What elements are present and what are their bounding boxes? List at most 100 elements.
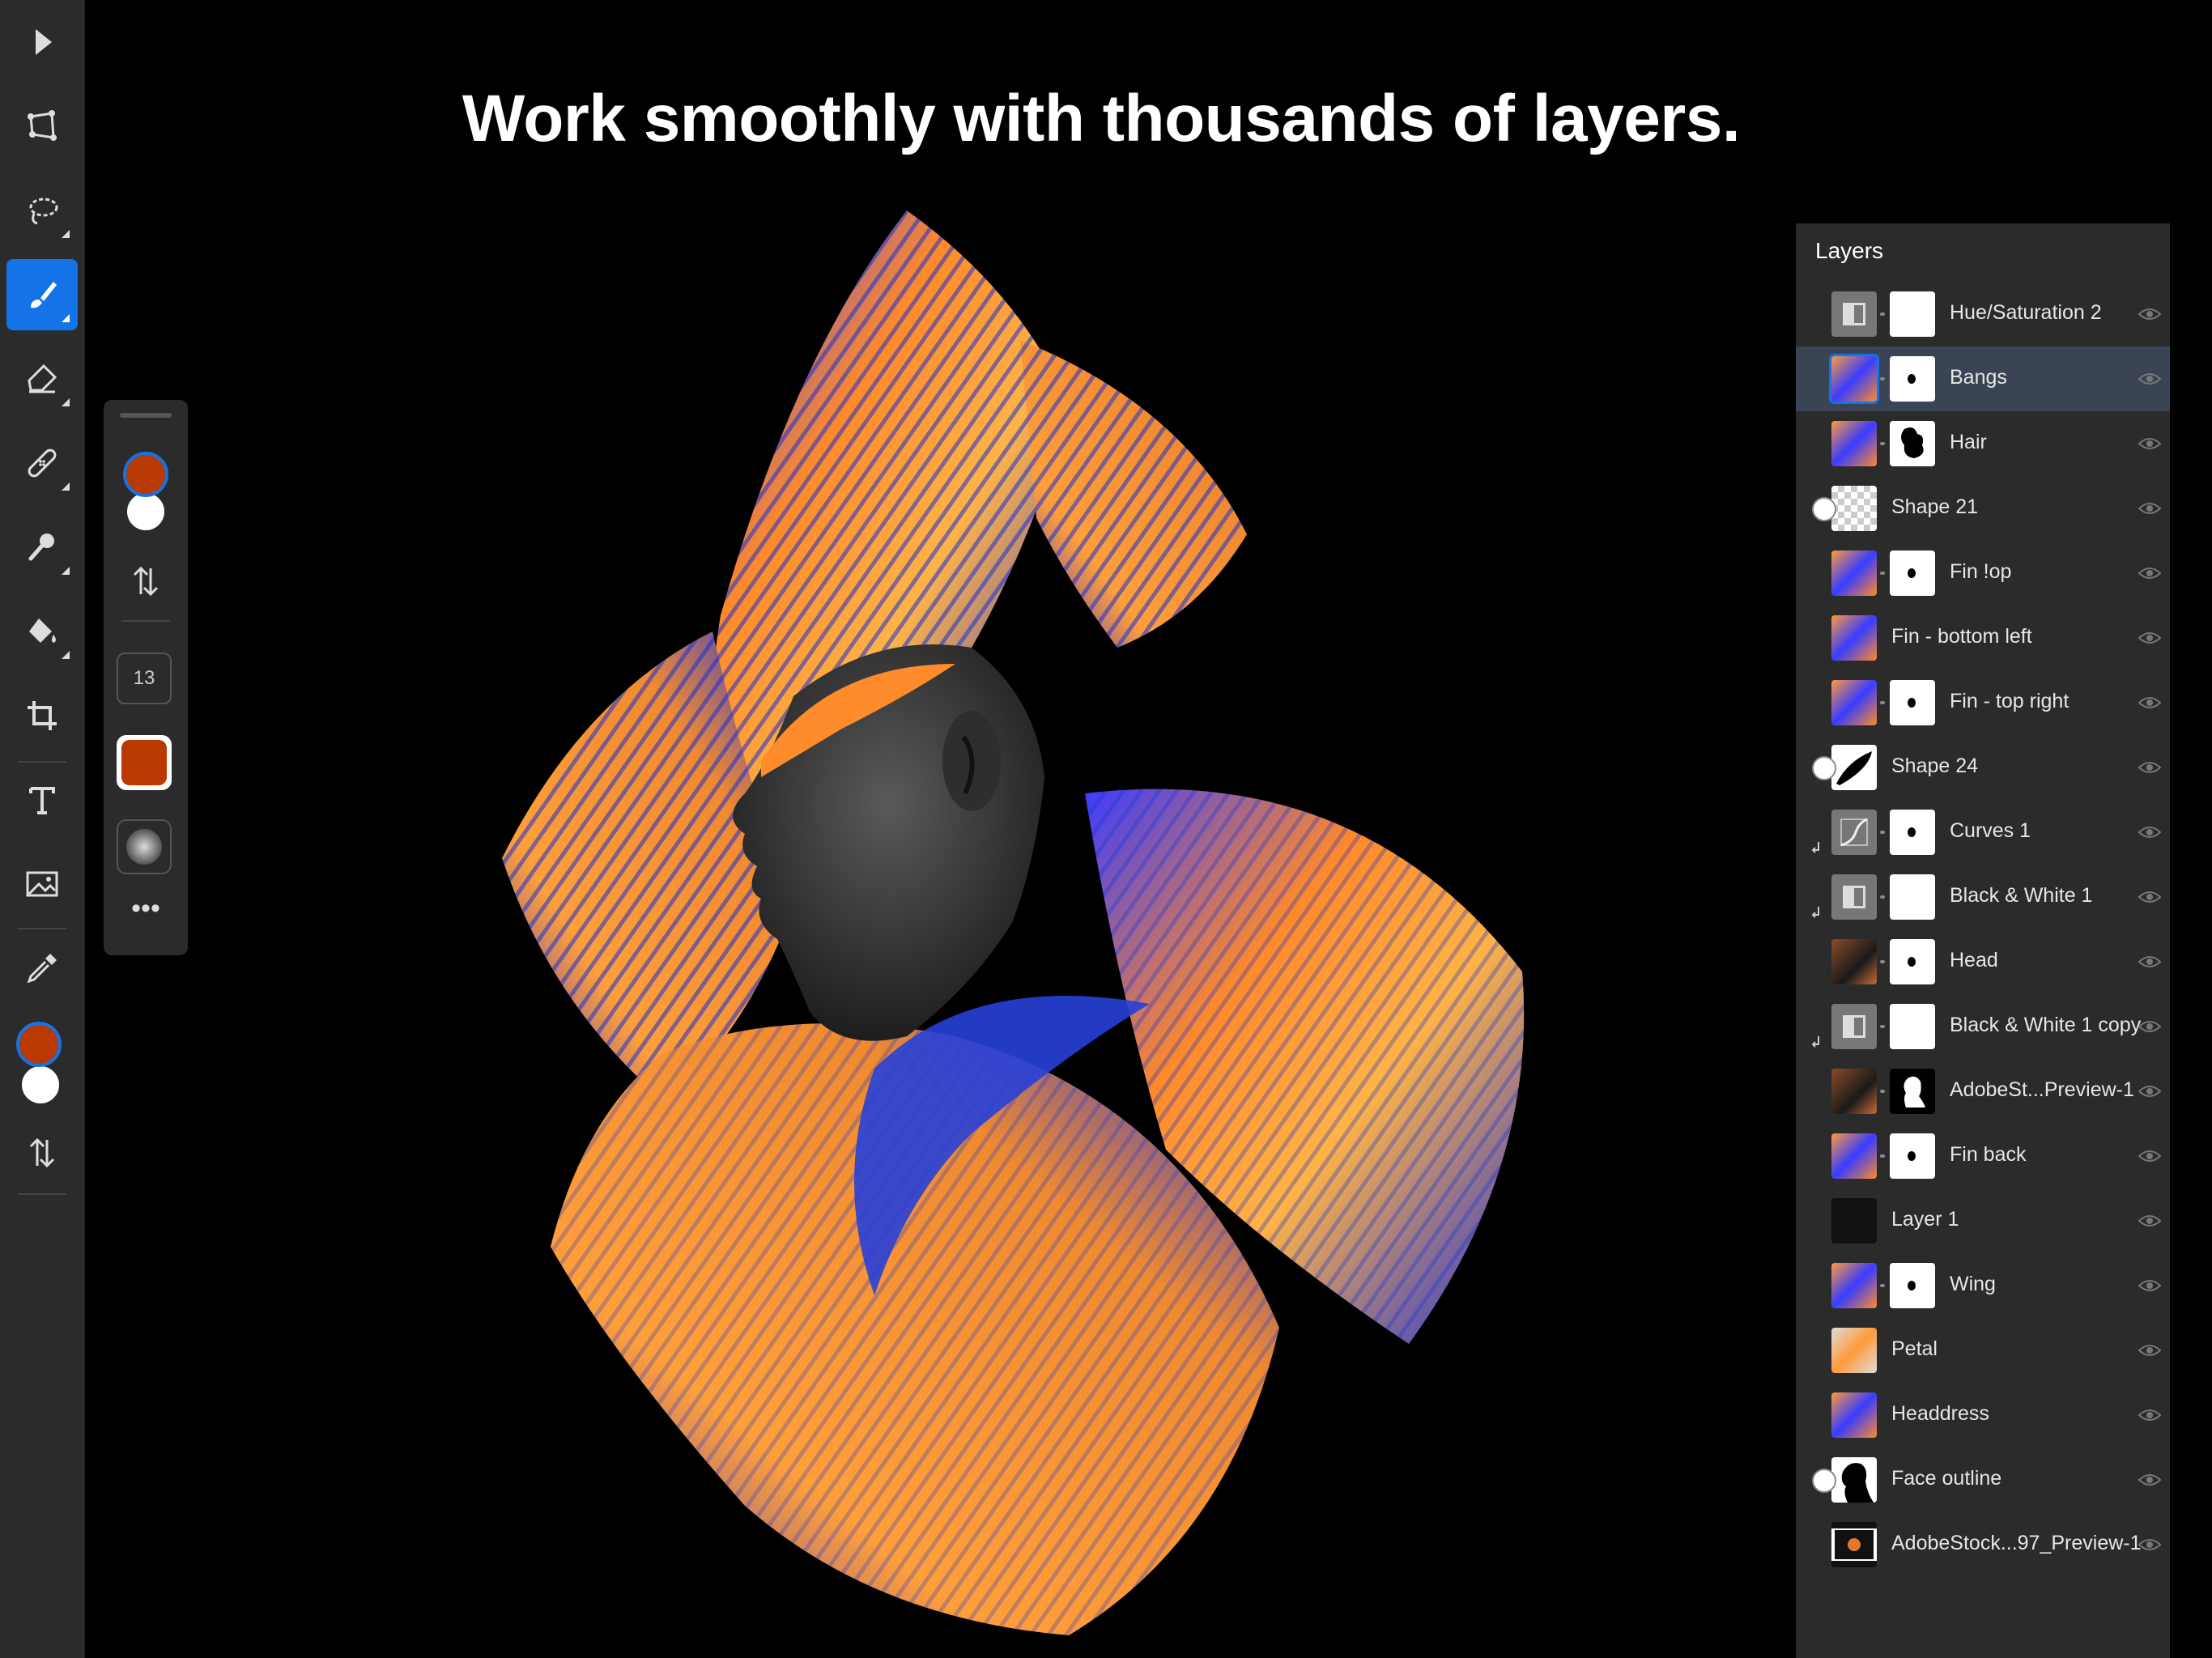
eye-icon[interactable] — [2138, 497, 2162, 520]
layer-row[interactable]: Bangs — [1796, 346, 2170, 411]
layer-thumbnail[interactable] — [1831, 291, 1877, 337]
lasso-icon[interactable] — [6, 175, 78, 246]
layer-row[interactable]: Black & White 1 copy — [1796, 994, 2170, 1059]
layer-row[interactable]: Hair — [1796, 411, 2170, 476]
mask-link-icon — [1880, 831, 1885, 834]
brush-color-button[interactable] — [117, 735, 172, 790]
eyedropper-icon[interactable] — [6, 933, 78, 1004]
layer-mask-thumbnail[interactable] — [1890, 874, 1935, 920]
fill-bucket-icon[interactable] — [6, 596, 78, 667]
swap-colors-icon[interactable] — [6, 1117, 78, 1188]
layer-row[interactable]: Curves 1 — [1796, 800, 2170, 865]
eye-icon[interactable] — [2138, 756, 2162, 779]
layer-thumbnail[interactable] — [1831, 745, 1877, 790]
clipping-mask-icon — [1810, 842, 1822, 855]
foreground-color-swatch[interactable] — [16, 1022, 62, 1067]
layer-thumbnail[interactable] — [1831, 1457, 1877, 1503]
transform-icon[interactable] — [6, 91, 78, 162]
layer-row[interactable]: Fin - bottom left — [1796, 606, 2170, 670]
layer-thumbnail[interactable] — [1831, 1198, 1877, 1244]
eye-icon[interactable] — [2138, 950, 2162, 973]
clone-stamp-icon[interactable] — [6, 512, 78, 583]
eye-icon[interactable] — [2138, 368, 2162, 390]
brush-icon[interactable] — [6, 259, 78, 330]
eye-icon[interactable] — [2138, 1469, 2162, 1491]
eye-icon[interactable] — [2138, 1015, 2162, 1038]
layer-mask-thumbnail[interactable] — [1890, 810, 1935, 855]
layer-thumbnail[interactable] — [1831, 810, 1877, 855]
layer-thumbnail[interactable] — [1831, 1522, 1877, 1567]
layer-mask-thumbnail[interactable] — [1890, 551, 1935, 596]
layer-mask-thumbnail[interactable] — [1890, 680, 1935, 725]
layer-row[interactable]: Black & White 1 — [1796, 865, 2170, 929]
eye-icon[interactable] — [2138, 1080, 2162, 1103]
layer-mask-thumbnail[interactable] — [1890, 356, 1935, 402]
eye-icon[interactable] — [2138, 886, 2162, 908]
layer-row[interactable]: Fin - top right — [1796, 670, 2170, 735]
place-image-icon[interactable] — [6, 848, 78, 920]
brush-foreground-color[interactable] — [123, 452, 168, 497]
layer-row[interactable]: Petal — [1796, 1318, 2170, 1383]
layer-row[interactable]: Fin !op — [1796, 541, 2170, 606]
layer-thumbnail[interactable] — [1831, 1004, 1877, 1049]
eye-icon[interactable] — [2138, 1339, 2162, 1362]
layer-row[interactable]: Head — [1796, 929, 2170, 994]
layer-row[interactable]: Hue/Saturation 2 — [1796, 282, 2170, 346]
layer-thumbnail[interactable] — [1831, 1069, 1877, 1114]
layer-thumbnail[interactable] — [1831, 486, 1877, 531]
layer-mask-thumbnail[interactable] — [1890, 1133, 1935, 1179]
eye-icon[interactable] — [2138, 1533, 2162, 1556]
eye-icon[interactable] — [2138, 1145, 2162, 1167]
brush-size-field[interactable]: 13 — [117, 653, 172, 704]
layer-thumbnail[interactable] — [1831, 1328, 1877, 1373]
eye-icon[interactable] — [2138, 691, 2162, 714]
brush-softness-button[interactable] — [117, 819, 172, 874]
layer-mask-thumbnail[interactable] — [1890, 291, 1935, 337]
layer-row[interactable]: Headdress — [1796, 1383, 2170, 1448]
eraser-icon[interactable] — [6, 343, 78, 414]
layer-row[interactable]: Wing — [1796, 1253, 2170, 1318]
layer-mask-thumbnail[interactable] — [1890, 421, 1935, 466]
layer-row[interactable]: AdobeSt...Preview-1 — [1796, 1059, 2170, 1124]
healing-icon[interactable] — [6, 427, 78, 499]
layer-mask-thumbnail[interactable] — [1890, 1263, 1935, 1308]
select-arrow-icon[interactable] — [6, 6, 78, 78]
layer-thumbnail[interactable] — [1831, 551, 1877, 596]
layer-row[interactable]: Face outline — [1796, 1448, 2170, 1512]
layer-thumbnail[interactable] — [1831, 1263, 1877, 1308]
eye-icon[interactable] — [2138, 562, 2162, 585]
layer-thumbnail[interactable] — [1831, 680, 1877, 725]
layer-thumbnail[interactable] — [1829, 354, 1879, 404]
layer-row[interactable]: Fin back — [1796, 1124, 2170, 1188]
layer-thumbnail[interactable] — [1831, 421, 1877, 466]
eye-icon[interactable] — [2138, 627, 2162, 649]
layer-row[interactable]: Shape 21 — [1796, 476, 2170, 541]
layer-thumbnail[interactable] — [1831, 1392, 1877, 1438]
eye-icon[interactable] — [2138, 303, 2162, 325]
layer-row[interactable]: Shape 24 — [1796, 735, 2170, 800]
type-icon[interactable] — [6, 764, 78, 835]
layer-row[interactable]: Layer 1 — [1796, 1188, 2170, 1253]
eye-icon[interactable] — [2138, 1404, 2162, 1426]
layer-mask-thumbnail[interactable] — [1890, 1004, 1935, 1049]
eye-icon[interactable] — [2138, 1274, 2162, 1297]
canvas-artwork[interactable] — [453, 194, 1571, 1652]
layer-mask-thumbnail[interactable] — [1890, 939, 1935, 984]
panel-drag-handle[interactable] — [120, 413, 172, 418]
eye-icon[interactable] — [2138, 432, 2162, 455]
brush-swap-colors-icon[interactable] — [126, 562, 165, 601]
more-options-icon[interactable]: ••• — [126, 895, 165, 925]
eye-icon[interactable] — [2138, 821, 2162, 844]
eye-icon[interactable] — [2138, 1209, 2162, 1232]
layer-row[interactable]: AdobeStock...97_Preview-1 — [1796, 1512, 2170, 1577]
layer-thumbnail[interactable] — [1831, 939, 1877, 984]
background-color-swatch[interactable] — [19, 1064, 62, 1106]
layer-thumbnail[interactable] — [1831, 874, 1877, 920]
layer-thumbnail[interactable] — [1831, 1133, 1877, 1179]
layer-name: Shape 24 — [1891, 755, 1979, 777]
toolbar-divider — [18, 1193, 66, 1195]
crop-icon[interactable] — [6, 680, 78, 751]
layer-thumbnail[interactable] — [1831, 615, 1877, 661]
layer-name: Wing — [1950, 1273, 1996, 1295]
layer-mask-thumbnail[interactable] — [1890, 1069, 1935, 1114]
